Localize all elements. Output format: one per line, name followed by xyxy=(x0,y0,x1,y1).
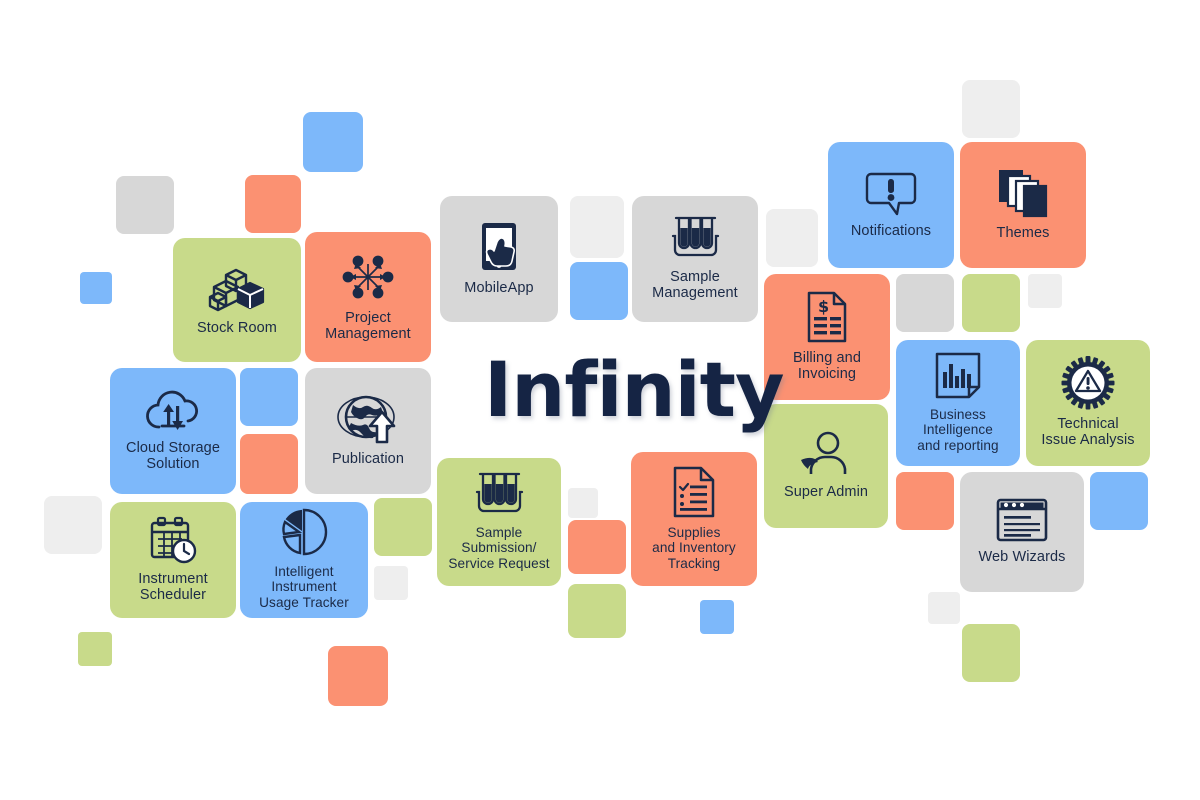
module-tile-label: Business Intelligence and reporting xyxy=(917,407,999,453)
decorative-square xyxy=(568,584,626,638)
module-tile-label: Supplies and Inventory Tracking xyxy=(652,525,736,571)
user-admin-icon xyxy=(799,430,853,478)
decorative-square xyxy=(44,496,102,554)
module-tile-label: Intelligent Instrument Usage Tracker xyxy=(259,564,349,610)
module-tile-mobileapp[interactable]: MobileApp xyxy=(440,196,558,322)
module-tile-label: Sample Submission/ Service Request xyxy=(448,525,550,571)
checklist-doc-icon xyxy=(670,465,718,519)
module-tile-stock-room[interactable]: Stock Room xyxy=(173,238,301,362)
alert-bubble-icon xyxy=(863,169,919,217)
infographic-canvas: Stock Room Project Management MobileApp xyxy=(0,0,1200,800)
decorative-square xyxy=(1090,472,1148,530)
decorative-square xyxy=(570,262,628,320)
decorative-square xyxy=(928,592,960,624)
module-tile-label: Sample Management xyxy=(652,268,738,301)
decorative-square xyxy=(570,196,624,258)
module-tile-label: Super Admin xyxy=(783,483,869,500)
decorative-square xyxy=(700,600,734,634)
module-tile-label: Cloud Storage Solution xyxy=(126,439,220,472)
module-tile-label: Instrument Scheduler xyxy=(138,570,208,603)
boxes-icon xyxy=(206,262,268,314)
module-tile-supplies-and-inventory-tracking[interactable]: Supplies and Inventory Tracking xyxy=(631,452,757,586)
module-tile-label: Notifications xyxy=(850,222,932,239)
module-tile-label: Web Wizards xyxy=(978,548,1066,565)
module-tile-label: Themes xyxy=(996,224,1050,241)
module-tile-label: MobileApp xyxy=(464,279,534,296)
module-tile-label: Billing and Invoicing xyxy=(792,349,861,382)
decorative-square xyxy=(568,520,626,574)
decorative-square xyxy=(962,624,1020,682)
svg-text:$: $ xyxy=(818,297,829,316)
decorative-square xyxy=(245,175,301,233)
module-tile-notifications[interactable]: Notifications xyxy=(828,142,954,268)
module-tile-sample-management[interactable]: Sample Management xyxy=(632,196,758,322)
test-tubes-icon xyxy=(471,471,527,519)
decorative-square xyxy=(1028,274,1062,308)
module-tile-publication[interactable]: Publication xyxy=(305,368,431,494)
calendar-clock-icon xyxy=(146,515,200,565)
decorative-square xyxy=(116,176,174,234)
mobile-tap-icon xyxy=(475,220,523,274)
module-tile-themes[interactable]: Themes xyxy=(960,142,1086,268)
module-tile-cloud-storage-solution[interactable]: Cloud Storage Solution xyxy=(110,368,236,494)
decorative-square xyxy=(240,434,298,494)
network-nodes-icon xyxy=(339,250,397,304)
decorative-square xyxy=(896,472,954,530)
decorative-square xyxy=(374,566,408,600)
bar-chart-doc-icon xyxy=(933,351,983,401)
page-title: Infinity xyxy=(484,345,785,434)
module-tile-instrument-scheduler[interactable]: Instrument Scheduler xyxy=(110,502,236,618)
browser-window-icon xyxy=(995,497,1049,543)
module-tile-web-wizards[interactable]: Web Wizards xyxy=(960,472,1084,592)
pie-chart-icon xyxy=(278,508,330,558)
decorative-square xyxy=(962,274,1020,332)
decorative-square xyxy=(240,368,298,426)
decorative-square xyxy=(896,274,954,332)
gear-warning-icon xyxy=(1061,355,1115,410)
test-tubes-icon xyxy=(667,215,723,263)
module-tile-project-management[interactable]: Project Management xyxy=(305,232,431,362)
module-tile-label: Publication xyxy=(331,450,405,467)
decorative-square xyxy=(374,498,432,556)
globe-upload-icon xyxy=(337,393,396,445)
decorative-square xyxy=(962,80,1020,138)
invoice-icon: $ xyxy=(803,290,851,344)
module-tile-label: Technical Issue Analysis xyxy=(1041,415,1135,448)
layers-icon xyxy=(996,167,1050,219)
decorative-square xyxy=(766,209,818,267)
decorative-square xyxy=(78,632,112,666)
module-tile-technical-issue-analysis[interactable]: Technical Issue Analysis xyxy=(1026,340,1150,466)
module-tile-label: Project Management xyxy=(325,309,411,342)
decorative-square xyxy=(80,272,112,304)
module-tile-label: Stock Room xyxy=(197,319,277,336)
module-tile-sample-submission-service-request[interactable]: Sample Submission/ Service Request xyxy=(437,458,561,586)
decorative-square xyxy=(303,112,363,172)
cloud-sync-icon xyxy=(143,388,203,434)
module-tile-intelligent-instrument-usage-tracker[interactable]: Intelligent Instrument Usage Tracker xyxy=(240,502,368,618)
decorative-square xyxy=(568,488,598,518)
decorative-square xyxy=(328,646,388,706)
module-tile-business-intelligence-and-reporting[interactable]: Business Intelligence and reporting xyxy=(896,340,1020,466)
